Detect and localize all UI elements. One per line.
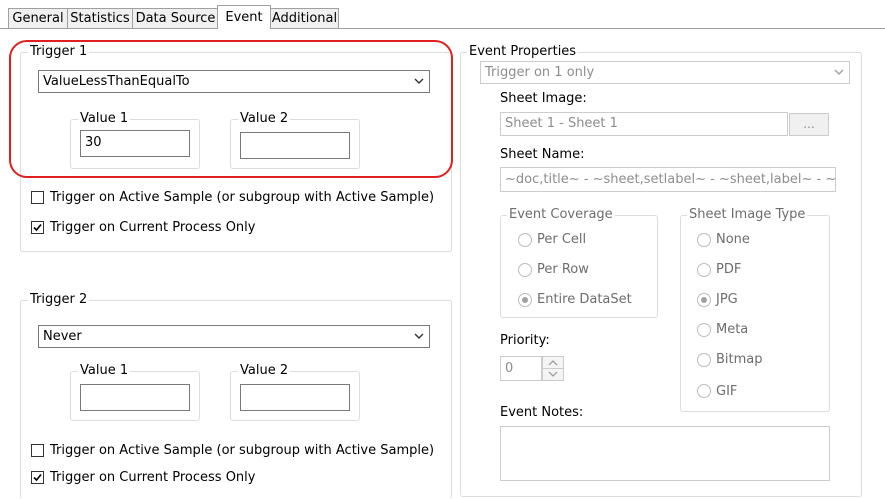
- event-notes-textarea[interactable]: [500, 426, 830, 481]
- trigger2-value2-label: Value 2: [238, 363, 291, 378]
- chevron-down-icon: [834, 69, 844, 75]
- trigger1-active-sample-checkbox[interactable]: [31, 191, 44, 204]
- trigger-mode-select[interactable]: Trigger on 1 only: [480, 61, 850, 84]
- trigger2-value1-label: Value 1: [78, 363, 131, 378]
- event-notes-label: Event Notes:: [500, 405, 584, 420]
- event-coverage-legend: Event Coverage: [507, 207, 615, 222]
- tab-statistics[interactable]: Statistics: [67, 8, 133, 28]
- sheet-name-label: Sheet Name:: [500, 147, 585, 162]
- coverage-entire-dataset-radio[interactable]: [518, 293, 532, 307]
- coverage-per-row-label: Per Row: [537, 262, 589, 277]
- priority-label: Priority:: [500, 333, 550, 348]
- checkmark-icon: [33, 223, 42, 232]
- trigger2-condition-value: Never: [43, 329, 82, 344]
- checkmark-icon: [33, 473, 42, 482]
- trigger2-condition-select[interactable]: Never: [38, 325, 430, 348]
- priority-input[interactable]: 0: [500, 356, 542, 381]
- image-type-pdf-label: PDF: [716, 262, 742, 277]
- image-type-none-radio[interactable]: [697, 233, 711, 247]
- coverage-entire-dataset-label: Entire DataSet: [537, 292, 632, 307]
- tab-strip: General Statistics Data Source Event Add…: [0, 0, 885, 30]
- sheet-image-browse-button[interactable]: ...: [789, 113, 829, 136]
- tab-general[interactable]: General: [8, 8, 68, 28]
- sheet-image-input[interactable]: Sheet 1 - Sheet 1: [500, 112, 788, 136]
- trigger2-current-process-checkbox[interactable]: [31, 471, 44, 484]
- tab-additional[interactable]: Additional: [270, 8, 339, 28]
- coverage-per-cell-radio[interactable]: [518, 233, 532, 247]
- image-type-bitmap-label: Bitmap: [716, 352, 763, 367]
- image-type-jpg-label: JPG: [716, 292, 738, 307]
- image-type-meta-radio[interactable]: [697, 323, 711, 337]
- sheet-image-label: Sheet Image:: [500, 91, 587, 106]
- sheet-name-input[interactable]: ~doc,title~ - ~sheet,setlabel~ - ~sheet,…: [500, 167, 836, 192]
- trigger2-value2-input[interactable]: [240, 384, 350, 411]
- image-type-none-label: None: [716, 232, 750, 247]
- priority-spinner[interactable]: [542, 356, 564, 381]
- trigger1-current-process-label: Trigger on Current Process Only: [50, 220, 256, 235]
- image-type-gif-radio[interactable]: [697, 384, 711, 398]
- trigger2-active-sample-label: Trigger on Active Sample (or subgroup wi…: [50, 443, 435, 458]
- tab-event[interactable]: Event: [217, 5, 271, 29]
- trigger2-legend: Trigger 2: [28, 292, 90, 307]
- trigger2-value1-input[interactable]: [80, 384, 190, 411]
- trigger2-current-process-label: Trigger on Current Process Only: [50, 470, 256, 485]
- image-type-meta-label: Meta: [716, 322, 749, 337]
- spin-arrows-icon: [543, 360, 563, 377]
- chevron-down-icon: [414, 333, 424, 339]
- image-type-gif-label: GIF: [716, 384, 738, 399]
- trigger1-highlight-annotation: [9, 40, 453, 178]
- image-type-bitmap-radio[interactable]: [697, 353, 711, 367]
- trigger1-active-sample-label: Trigger on Active Sample (or subgroup wi…: [50, 190, 435, 205]
- trigger-mode-value: Trigger on 1 only: [485, 65, 595, 80]
- trigger2-active-sample-checkbox[interactable]: [31, 444, 44, 457]
- sheet-image-type-legend: Sheet Image Type: [687, 207, 808, 222]
- event-properties-legend: Event Properties: [467, 44, 579, 59]
- tab-divider: [0, 28, 885, 29]
- trigger1-current-process-checkbox[interactable]: [31, 221, 44, 234]
- image-type-jpg-radio[interactable]: [697, 293, 711, 307]
- coverage-per-row-radio[interactable]: [518, 263, 532, 277]
- tab-data-source[interactable]: Data Source: [132, 8, 219, 28]
- coverage-per-cell-label: Per Cell: [537, 232, 587, 247]
- image-type-pdf-radio[interactable]: [697, 263, 711, 277]
